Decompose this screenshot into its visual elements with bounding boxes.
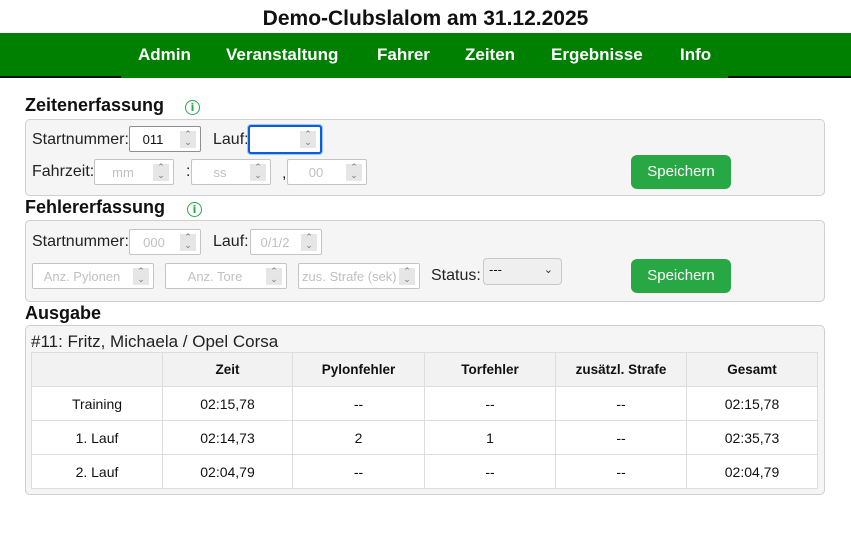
pylonen-input[interactable]: Anz. Pylonen ⌃ ⌄ <box>32 263 154 289</box>
ausgabe-panel: #11: Fritz, Michaela / Opel Corsa Zeit P… <box>25 325 825 495</box>
save-error-button[interactable]: Speichern <box>631 259 731 293</box>
strafe-input[interactable]: zus. Strafe (sek) ⌃ ⌄ <box>298 263 420 289</box>
time-cell: 02:14,73 <box>162 420 293 455</box>
nav-zeiten[interactable]: Zeiten <box>465 45 515 65</box>
nav-veranstaltung[interactable]: Veranstaltung <box>226 45 338 65</box>
pylon-cell: -- <box>292 454 425 489</box>
nav-ergebnisse[interactable]: Ergebnisse <box>551 45 643 65</box>
zeiten-heading: Zeitenerfassung <box>25 95 165 115</box>
page-title: Demo-Clubslalom am 31.12.2025 <box>262 7 589 30</box>
spinner-icon[interactable]: ⌃ ⌄ <box>346 164 362 181</box>
results-table: Zeit Pylonfehler Torfehler zusätzl. Stra… <box>31 352 818 489</box>
table-row: 2. Lauf 02:04,79 -- -- -- 02:04,79 <box>31 454 818 489</box>
time-cell: 02:04,79 <box>162 454 293 489</box>
save-time-button[interactable]: Speichern <box>631 155 731 189</box>
status-select[interactable]: --- ⌄ <box>483 258 562 285</box>
zeiten-panel: Startnummer: 011 ⌃ ⌄ Lauf: ⌃ ⌄ Fahrzeit: m… <box>25 119 825 196</box>
chevron-down-icon: ⌄ <box>543 263 553 276</box>
ausgabe-heading: Ausgabe <box>25 303 102 323</box>
column-header: Zeit <box>162 352 293 387</box>
seconds-input[interactable]: ss ⌃ ⌄ <box>191 159 271 185</box>
time-separator-colon: : <box>186 163 191 180</box>
lauf-label: Lauf: <box>213 233 249 250</box>
fehler-heading: Fehlererfassung <box>25 197 166 217</box>
nav-info[interactable]: Info <box>680 45 711 65</box>
total-cell: 02:15,78 <box>686 386 818 421</box>
tore-input[interactable]: Anz. Tore ⌃ ⌄ <box>165 263 287 289</box>
spinner-icon[interactable]: ⌃ ⌄ <box>266 268 282 285</box>
table-header-row: Zeit Pylonfehler Torfehler zusätzl. Stra… <box>31 352 818 387</box>
status-label: Status: <box>431 267 481 284</box>
column-header <box>31 352 163 387</box>
spinner-icon[interactable]: ⌃ ⌄ <box>301 234 317 251</box>
run-name: Training <box>31 386 163 421</box>
time-separator-comma: , <box>282 165 287 182</box>
penalty-cell: -- <box>555 420 687 455</box>
total-cell: 02:35,73 <box>686 420 818 455</box>
column-header: Pylonfehler <box>292 352 425 387</box>
run-name: 2. Lauf <box>31 454 163 489</box>
nav-fahrer[interactable]: Fahrer <box>377 45 430 65</box>
fahrzeit-label: Fahrzeit: <box>32 163 95 180</box>
startnummer-label: Startnummer: <box>32 233 129 250</box>
table-row: 1. Lauf 02:14,73 2 1 -- 02:35,73 <box>31 420 818 455</box>
spinner-icon[interactable]: ⌃ ⌄ <box>133 268 149 285</box>
info-icon[interactable]: i <box>185 100 200 115</box>
run-name: 1. Lauf <box>31 420 163 455</box>
fehler-lauf-input[interactable]: 0/1/2 ⌃ ⌄ <box>250 229 322 255</box>
hundredths-input[interactable]: 00 ⌃ ⌄ <box>287 159 367 185</box>
column-header: Torfehler <box>424 352 556 387</box>
spinner-icon[interactable]: ⌃ ⌄ <box>300 131 316 148</box>
startnummer-label: Startnummer: <box>32 131 129 148</box>
gate-cell: 1 <box>424 420 556 455</box>
gate-cell: -- <box>424 386 556 421</box>
startnummer-input[interactable]: 011 ⌃ ⌄ <box>129 126 201 152</box>
spinner-icon[interactable]: ⌃ ⌄ <box>250 164 266 181</box>
nav-admin[interactable]: Admin <box>138 45 191 65</box>
fehler-panel: Startnummer: 000 ⌃ ⌄ Lauf: 0/1/2 ⌃ ⌄ Anz. … <box>25 220 825 302</box>
table-row: Training 02:15,78 -- -- -- 02:15,78 <box>31 386 818 421</box>
driver-info: #11: Fritz, Michaela / Opel Corsa <box>31 332 279 351</box>
pylon-cell: -- <box>292 386 425 421</box>
pylon-cell: 2 <box>292 420 425 455</box>
lauf-input[interactable]: ⌃ ⌄ <box>248 125 322 154</box>
fehler-startnummer-input[interactable]: 000 ⌃ ⌄ <box>129 229 201 255</box>
minutes-input[interactable]: mm ⌃ ⌄ <box>94 159 174 185</box>
total-cell: 02:04,79 <box>686 454 818 489</box>
time-cell: 02:15,78 <box>162 386 293 421</box>
main-nav: Admin Veranstaltung Fahrer Zeiten Ergebn… <box>0 33 851 78</box>
penalty-cell: -- <box>555 454 687 489</box>
penalty-cell: -- <box>555 386 687 421</box>
gate-cell: -- <box>424 454 556 489</box>
lauf-label: Lauf: <box>213 131 249 148</box>
column-header: Gesamt <box>686 352 818 387</box>
info-icon[interactable]: i <box>187 202 202 217</box>
spinner-icon[interactable]: ⌃ ⌄ <box>153 164 169 181</box>
spinner-icon[interactable]: ⌃ ⌄ <box>399 268 415 285</box>
spinner-icon[interactable]: ⌃ ⌄ <box>180 234 196 251</box>
spinner-icon[interactable]: ⌃ ⌄ <box>180 131 196 148</box>
nav-underline <box>121 76 728 78</box>
column-header: zusätzl. Strafe <box>555 352 687 387</box>
